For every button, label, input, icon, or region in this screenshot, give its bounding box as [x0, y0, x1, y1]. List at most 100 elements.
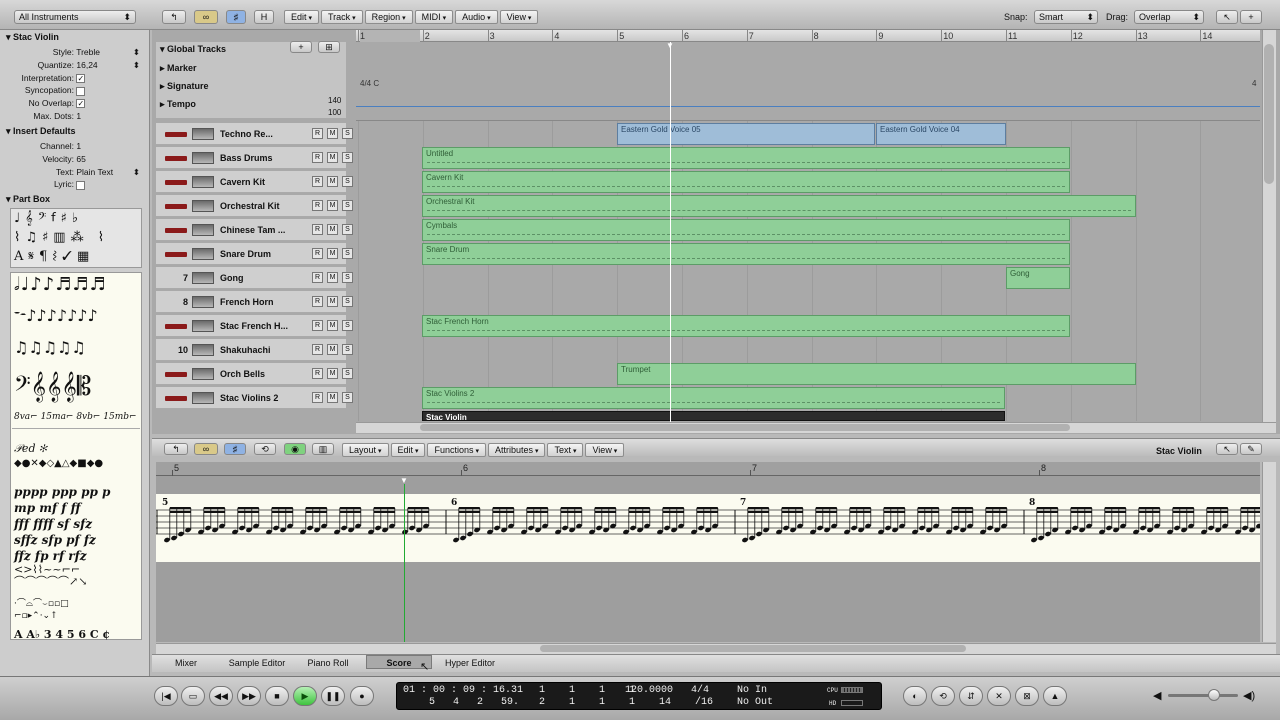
score-grid-icon[interactable]: ▥	[312, 443, 334, 455]
clefs-icon[interactable]: 𝄢𝄞𝄞𝄞𝄡	[14, 372, 91, 402]
score-back-icon[interactable]: ↰	[164, 443, 188, 455]
track-header[interactable]: Stac French H... R M S	[156, 315, 353, 337]
cycle-mode-icon[interactable]: ◐	[903, 686, 927, 706]
score-menu-functions[interactable]: Functions	[427, 443, 486, 457]
score-menu-edit[interactable]: Edit	[390, 443, 426, 457]
track-name[interactable]: Stac Violins 2	[220, 393, 278, 403]
score-menu-view[interactable]: View	[585, 443, 625, 457]
solo-button[interactable]: S	[342, 344, 353, 355]
marker-track-header[interactable]: ▸ Marker	[160, 63, 197, 74]
solo-button[interactable]: S	[342, 320, 353, 331]
score-pencil-tool-icon[interactable]: ✎	[1240, 443, 1262, 455]
score-loop-icon[interactable]: ⟲	[254, 443, 276, 455]
track-header[interactable]: Cavern Kit R M S	[156, 171, 353, 193]
track-header[interactable]: Chinese Tam ... R M S	[156, 219, 353, 241]
track-name[interactable]: Bass Drums	[220, 153, 273, 163]
loop-icon[interactable]: ⟲	[931, 686, 955, 706]
record-enable-button[interactable]: R	[312, 176, 323, 187]
mute-button[interactable]: M	[327, 128, 338, 139]
track-name[interactable]: Orch Bells	[220, 369, 265, 379]
record-enable-button[interactable]: R	[312, 320, 323, 331]
articulations-icon[interactable]: ·⌒⌓⌒⌣▫▫□ ⌐▫▸⌃·⌄↑	[14, 598, 69, 622]
tuplets-icon[interactable]: ♫♫♫♫♫	[14, 338, 86, 357]
tab-sample-editor[interactable]: Sample Editor	[220, 656, 294, 670]
score-staff[interactable]	[156, 494, 1260, 562]
score-catch-icon[interactable]: ♯	[224, 443, 246, 455]
tempo-track-header[interactable]: ▸ Tempo	[160, 99, 196, 110]
track-header[interactable]: Stac Violins 2 RMS	[156, 387, 353, 409]
catch-icon[interactable]: ♯	[226, 10, 246, 24]
tab-hyper-editor[interactable]: Hyper Editor	[436, 656, 504, 670]
track-name[interactable]: Stac French H...	[220, 321, 288, 331]
record-enable-button[interactable]: R	[312, 248, 323, 259]
score-playhead[interactable]	[404, 484, 405, 642]
track-name[interactable]: Chinese Tam ...	[220, 225, 285, 235]
track-name[interactable]: Techno Re...	[220, 129, 273, 139]
mute-button[interactable]: M	[327, 224, 338, 235]
stop-icon[interactable]: ■	[265, 686, 289, 706]
track-name[interactable]: Gong	[220, 273, 244, 283]
track-header[interactable]: Techno Re... R M S	[156, 123, 353, 145]
velocity-value[interactable]: 65	[76, 154, 85, 164]
score-vertical-scrollbar[interactable]	[1262, 462, 1276, 642]
arrange-playhead[interactable]	[670, 42, 671, 422]
hide-button[interactable]: H	[254, 10, 274, 24]
track-header[interactable]: Bass Drums R M S	[156, 147, 353, 169]
syncopation-checkbox[interactable]	[76, 86, 86, 96]
global-track-config-icon[interactable]: ⊞	[318, 41, 340, 53]
playhead-marker-icon[interactable]: ▼	[666, 41, 674, 50]
signature-value[interactable]: 4/4 C	[360, 79, 379, 88]
hairpins-icon[interactable]: <>⌇⌇~~⌐⌐ ⌒⌒⌒⌒⌒↗↘	[14, 564, 87, 588]
record-enable-button[interactable]: R	[312, 200, 323, 211]
solo-button[interactable]: S	[342, 200, 353, 211]
inspector-title[interactable]: ▾ Stac Violin	[6, 32, 59, 43]
lcd-display[interactable]: 01 : 00 : 09 : 16.31 5 4 2 59. 1 1 1 1 2…	[396, 682, 882, 710]
insert-defaults-header[interactable]: ▾ Insert Defaults	[6, 126, 76, 137]
lyric-checkbox[interactable]	[76, 180, 86, 190]
max-dots-value[interactable]: 1	[76, 111, 81, 121]
mute-button[interactable]: M	[327, 152, 338, 163]
pencil-tool-icon[interactable]: +	[1240, 10, 1262, 24]
track-header[interactable]: Orchestral Kit R M S	[156, 195, 353, 217]
arrange-vertical-thumb[interactable]	[1264, 44, 1274, 184]
menu-region[interactable]: Region	[364, 10, 413, 24]
style-value[interactable]: Treble	[76, 47, 100, 57]
record-enable-button[interactable]: R	[312, 224, 323, 235]
record-enable-button[interactable]: R	[312, 344, 323, 355]
mute-button[interactable]: M	[327, 176, 338, 187]
mute-button[interactable]: M	[327, 272, 338, 283]
track-header[interactable]: 10 Shakuhachi R M S	[156, 339, 353, 361]
solo-button[interactable]: S	[342, 152, 353, 163]
mute-button[interactable]: M	[327, 296, 338, 307]
part-box-groups[interactable]: ♩𝄞𝄢ꬵ♯♭ ⌇♫♯▥⁂ ⌇ A𝄋¶⌇✓▦	[10, 208, 142, 268]
track-name[interactable]: French Horn	[220, 297, 274, 307]
part-box-header[interactable]: ▾ Part Box	[6, 194, 50, 205]
record-enable-button[interactable]: R	[312, 296, 323, 307]
mute-button[interactable]: M	[327, 392, 338, 403]
rests-icon[interactable]: 𝄻𝄼♪♪♪♪♪♪♪	[14, 306, 98, 326]
pedal-icon[interactable]: 𝒫ed ✻	[14, 442, 47, 456]
region-cavern-kit[interactable]: Cavern Kit	[422, 171, 1070, 193]
track-header[interactable]: Orch Bells R M S	[156, 363, 353, 385]
mute-button[interactable]: M	[327, 248, 338, 259]
solo-button[interactable]: S	[342, 248, 353, 259]
noteheads-icon[interactable]: ◆●✕◆◇▲△◆■◆●	[14, 458, 103, 469]
rewind-icon[interactable]: ◀◀	[209, 686, 233, 706]
solo-button[interactable]: S	[342, 296, 353, 307]
tab-piano-roll[interactable]: Piano Roll	[298, 656, 358, 670]
solo-button[interactable]: S	[342, 368, 353, 379]
chord-symbols-icon[interactable]: A A♭ 3 4 5 6 C ¢	[14, 629, 110, 640]
region-cymbals[interactable]: Cymbals	[422, 219, 1070, 241]
channel-value[interactable]: 1	[76, 141, 81, 151]
menu-midi[interactable]: MIDI	[414, 10, 454, 24]
master-volume-knob[interactable]	[1208, 689, 1220, 701]
tempo-line[interactable]	[356, 106, 1260, 107]
track-name[interactable]: Shakuhachi	[220, 345, 271, 355]
region-eastern-gold-voice-04[interactable]: Eastern Gold Voice 04	[876, 123, 1006, 145]
dynamics-icon[interactable]: pppp ppp pp p mp mf f ff fff ffff sf sfz sf…	[14, 484, 110, 564]
record-enable-button[interactable]: R	[312, 392, 323, 403]
record-enable-button[interactable]: R	[312, 128, 323, 139]
quantize-value[interactable]: 16,24	[76, 60, 97, 70]
pause-icon[interactable]: ❚❚	[321, 686, 345, 706]
track-name[interactable]: Orchestral Kit	[220, 201, 280, 211]
